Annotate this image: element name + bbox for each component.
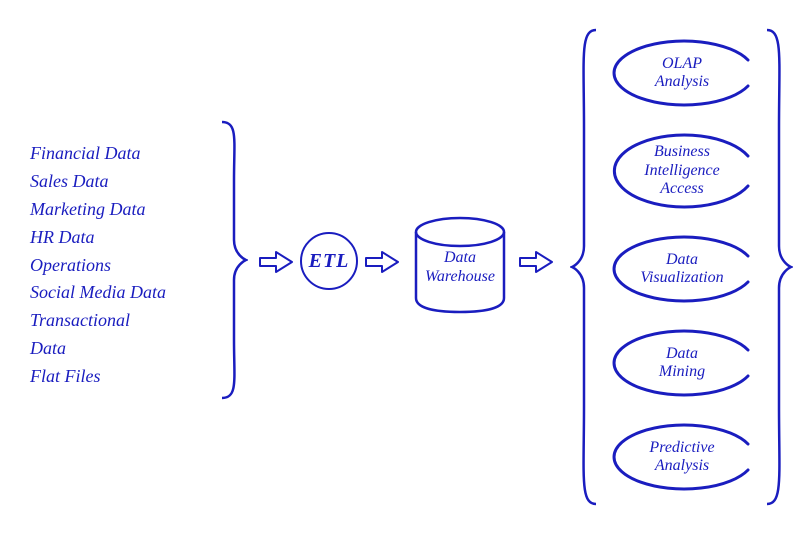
arrow-icon xyxy=(518,250,554,274)
output-label: Predictive Analysis xyxy=(649,439,714,476)
source-item: Sales Data xyxy=(30,168,210,196)
arrow-icon xyxy=(258,250,294,274)
output-label: Data Mining xyxy=(659,345,705,382)
etl-label: ETL xyxy=(309,250,350,273)
source-item: Transactional xyxy=(30,307,210,335)
source-item: Operations xyxy=(30,252,210,280)
bracket-left-icon xyxy=(220,120,248,400)
outputs-list: OLAP Analysis Business Intelligence Acce… xyxy=(606,38,758,492)
source-item: Marketing Data xyxy=(30,196,210,224)
output-viz: Data Visualization xyxy=(606,234,758,304)
output-olap: OLAP Analysis xyxy=(606,38,758,108)
bracket-right-close-icon xyxy=(765,28,793,506)
data-warehouse-label: Data Warehouse xyxy=(410,248,510,286)
source-item: Financial Data xyxy=(30,140,210,168)
output-predictive: Predictive Analysis xyxy=(606,422,758,492)
source-item: HR Data xyxy=(30,224,210,252)
bracket-right-open-icon xyxy=(570,28,598,506)
output-label: Business Intelligence Access xyxy=(644,143,720,198)
source-item: Data xyxy=(30,335,210,363)
output-label: Data Visualization xyxy=(640,251,723,288)
etl-node: ETL xyxy=(300,232,358,290)
output-bi: Business Intelligence Access xyxy=(606,132,758,210)
source-item: Flat Files xyxy=(30,363,210,391)
output-label: OLAP Analysis xyxy=(655,55,709,92)
arrow-icon xyxy=(364,250,400,274)
source-item: Social Media Data xyxy=(30,279,210,307)
data-sources-list: Financial Data Sales Data Marketing Data… xyxy=(30,140,210,391)
output-mining: Data Mining xyxy=(606,328,758,398)
